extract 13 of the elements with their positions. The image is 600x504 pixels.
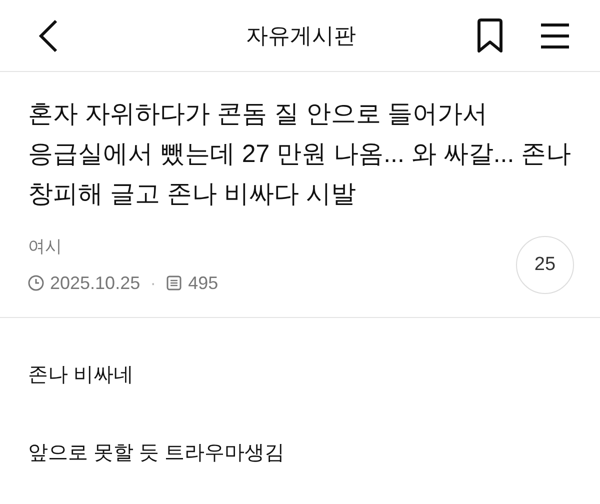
post-date: 2025.10.25 — [50, 272, 140, 294]
separator-dot: · — [150, 272, 156, 294]
view-count: 495 — [188, 272, 218, 294]
author-name: 여시 — [28, 236, 63, 258]
header-title: 자유게시판 — [246, 22, 356, 50]
post-title: 혼자 자위하다가 콘돔 질 안으로 들어가서 응급실에서 뺐는데 27 만원 나옴... 와 싸갈... 존나 창피해 글고 존나 비싸다 시발 — [28, 99, 572, 210]
document-icon — [166, 275, 182, 291]
clock-icon — [28, 275, 44, 291]
menu-icon[interactable] — [540, 22, 570, 48]
bookmark-icon[interactable] — [476, 18, 504, 54]
comment-count-button[interactable]: 25 — [516, 236, 574, 294]
comment-text: 존나 비싸네 — [28, 362, 135, 388]
comment-text: 앞으로 못할 듯 트라우마생김 — [28, 440, 286, 466]
